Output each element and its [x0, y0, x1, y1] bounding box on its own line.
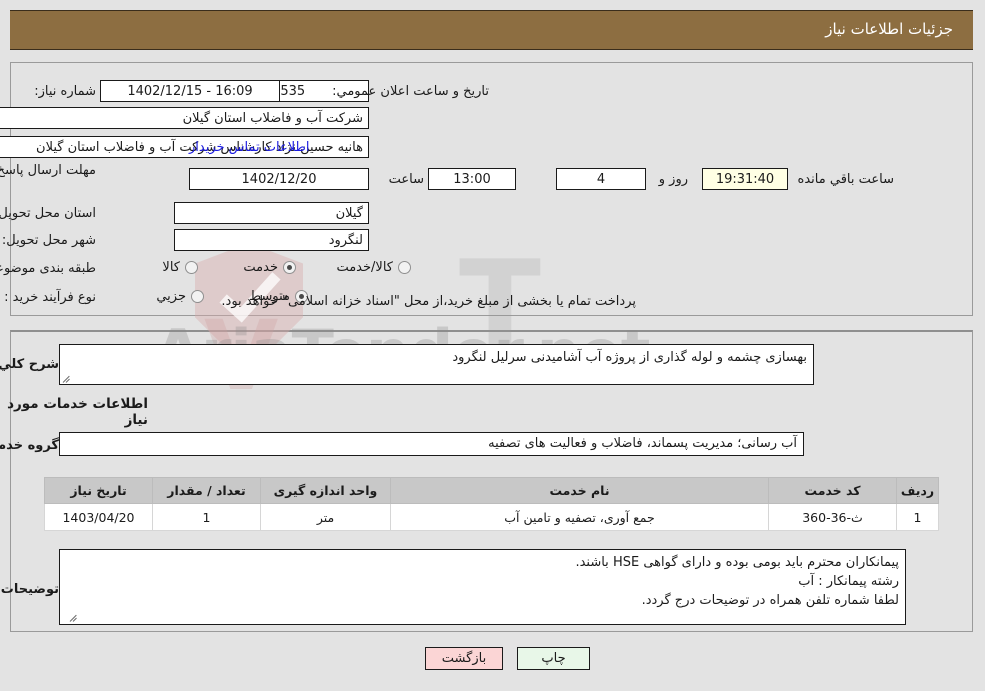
radio-label-category-2: کالا/خدمت [337, 260, 394, 275]
label-hour: ساعت [389, 172, 425, 187]
col-service-code: کد خدمت [769, 477, 898, 504]
radio-category-goods-service[interactable]: کالا/خدمت [337, 260, 412, 275]
label-subject-category: طبقه بندی موضوعی: [0, 261, 97, 276]
radio-indicator-process-0[interactable] [192, 290, 205, 303]
label-delivery-province: استان محل تحویل: [0, 206, 97, 221]
label-buyer-notes: توضیحات خریدار: [0, 582, 60, 597]
cell-unit: متر [261, 503, 392, 531]
table-header-row: ردیف کد خدمت نام خدمت واحد اندازه گیری ت… [45, 477, 940, 504]
payment-note-text: پرداخت تمام یا بخشی از مبلغ خرید،از محل … [222, 294, 637, 309]
page-root: T V AriaTender.net جزئیات اطلاعات نیاز ش… [0, 0, 985, 691]
label-delivery-city: شهر محل تحویل: [2, 233, 97, 248]
col-row-number: ردیف [897, 477, 940, 504]
label-purchase-process: نوع فرآیند خرید : [5, 290, 97, 305]
resize-grip-buyer-notes[interactable] [70, 613, 80, 623]
back-button[interactable]: بازگشت [426, 647, 504, 670]
label-service-group: گروه خدمت: [0, 438, 60, 453]
cell-need-date: 1403/04/20 [45, 503, 154, 531]
field-delivery-city[interactable]: لنگرود [175, 229, 370, 251]
radio-indicator-category-0[interactable] [186, 261, 199, 274]
label-need-number: شماره نیاز: [35, 84, 97, 99]
field-countdown-clock: 19:31:40 [703, 168, 789, 190]
cell-quantity: 1 [153, 503, 262, 531]
section-heading-services: اطلاعات خدمات مورد نیاز [8, 396, 149, 428]
radio-category-service[interactable]: خدمت [244, 260, 297, 275]
cell-row-number: 1 [897, 503, 940, 531]
field-delivery-province[interactable]: گیلان [175, 202, 370, 224]
resize-grip-general-description[interactable] [63, 374, 73, 384]
label-announce-datetime: تاریخ و ساعت اعلان عمومي: [333, 84, 490, 99]
field-request-creator[interactable]: هانیه حسین نژاد کارشناس شرکت آب و فاضلاب… [0, 136, 370, 158]
label-time-remaining: ساعت باقي مانده [798, 172, 895, 187]
radio-indicator-category-1[interactable] [284, 261, 297, 274]
cell-service-name: جمع آوری، تصفیه و تامین آب [391, 503, 770, 531]
header-band: جزئیات اطلاعات نیاز [11, 10, 974, 50]
radio-indicator-category-2[interactable] [399, 261, 412, 274]
field-days-remaining[interactable]: 4 [557, 168, 647, 190]
field-deadline-time[interactable]: 13:00 [429, 168, 517, 190]
textarea-buyer-notes[interactable]: پیمانکاران محترم باید بومی بوده و دارای … [60, 549, 907, 625]
label-days-and: روز و [659, 172, 689, 187]
field-deadline-date[interactable]: 1402/12/20 [190, 168, 370, 190]
col-unit: واحد اندازه گیری [261, 477, 392, 504]
radio-label-category-0: کالا [163, 260, 181, 275]
print-button[interactable]: چاپ [518, 647, 591, 670]
col-need-date: تاریخ نیاز [45, 477, 154, 504]
radio-label-category-1: خدمت [244, 260, 279, 275]
radio-process-minor[interactable]: جزیي [157, 289, 205, 304]
services-table: ردیف کد خدمت نام خدمت واحد اندازه گیری ت… [45, 477, 940, 531]
label-response-deadline: مهلت ارسال پاسخ: تا تاریخ: [0, 163, 97, 178]
field-service-group[interactable]: آب رسانی؛ مدیریت پسماند، فاضلاب و فعالیت… [60, 432, 805, 456]
cell-service-code: ث-36-360 [769, 503, 898, 531]
col-quantity: تعداد / مقدار [153, 477, 262, 504]
radio-label-process-0: جزیي [157, 289, 187, 304]
label-general-description: شرح کلي نیاز: [0, 357, 60, 372]
textarea-general-description[interactable]: بهسازی چشمه و لوله گذاری از پروژه آب آشا… [60, 344, 815, 385]
radio-category-goods[interactable]: کالا [163, 260, 199, 275]
field-announce-datetime[interactable]: 16:09 - 1402/12/15 [101, 80, 281, 102]
buyer-contact-link[interactable]: اطلاعات تماس خریدار [190, 140, 310, 155]
col-service-name: نام خدمت [391, 477, 770, 504]
table-row: 1 ث-36-360 جمع آوری، تصفیه و تامین آب مت… [45, 503, 940, 531]
page-title: جزئیات اطلاعات نیاز [826, 20, 954, 38]
field-buyer-org[interactable]: شرکت آب و فاضلاب استان گیلان [0, 107, 370, 129]
